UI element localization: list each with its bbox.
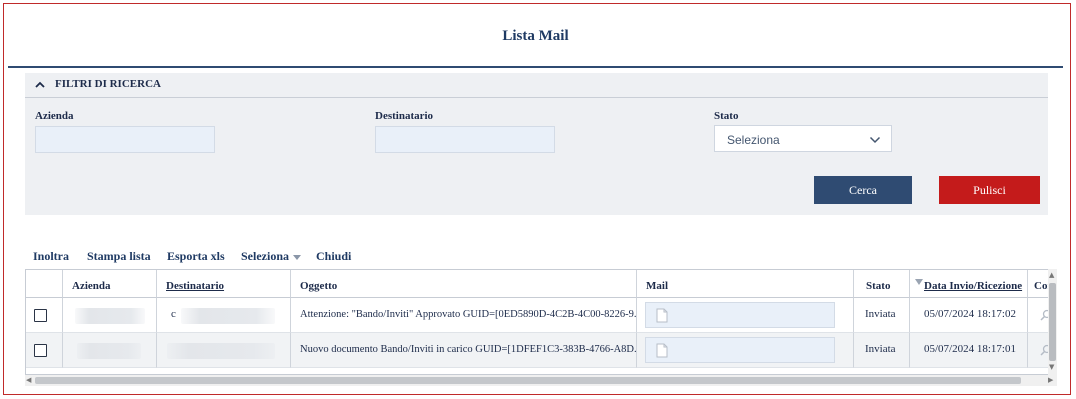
redacted-text	[77, 343, 141, 359]
mail-preview[interactable]	[645, 337, 835, 363]
header-select	[26, 270, 63, 298]
filters-header[interactable]: FILTRI DI RICERCA	[25, 73, 1048, 98]
title-bar: Lista Mail	[8, 10, 1063, 68]
vertical-scrollbar[interactable]: ▲ ▼	[1048, 269, 1057, 375]
azienda-cell	[63, 333, 157, 368]
scroll-down-arrow[interactable]: ▼	[1049, 363, 1054, 371]
seleziona-label: Seleziona	[241, 249, 289, 263]
caret-down-icon	[293, 254, 301, 260]
destinatario-label: Destinatario	[375, 110, 434, 122]
stato-select-value: Seleziona	[727, 133, 780, 147]
vertical-scroll-thumb[interactable]	[1049, 283, 1056, 361]
redacted-text	[75, 308, 145, 324]
scroll-left-arrow[interactable]: ◀	[26, 376, 31, 384]
horizontal-scroll-thumb[interactable]	[35, 377, 1021, 384]
header-mail[interactable]: Mail	[637, 270, 854, 298]
header-data[interactable]: Data Invio/Ricezione	[910, 270, 1028, 298]
stato-cell: Inviata	[854, 298, 910, 333]
esporta-xls-button[interactable]: Esporta xls	[167, 249, 225, 264]
inoltra-button[interactable]: Inoltra	[33, 249, 69, 264]
chevron-up-icon[interactable]	[34, 80, 46, 90]
mail-preview[interactable]	[645, 302, 835, 328]
filters-title: FILTRI DI RICERCA	[55, 78, 161, 90]
header-stato[interactable]: Stato	[854, 270, 910, 298]
mail-cell	[637, 298, 854, 333]
redacted-text	[181, 308, 275, 324]
stampa-lista-button[interactable]: Stampa lista	[87, 249, 151, 264]
mail-cell	[637, 333, 854, 368]
scroll-up-arrow[interactable]: ▲	[1049, 271, 1054, 279]
header-azienda[interactable]: Azienda	[63, 270, 157, 298]
filters-panel: FILTRI DI RICERCA Azienda Destinatario S…	[25, 73, 1048, 215]
page-title: Lista Mail	[502, 28, 569, 44]
azienda-label: Azienda	[35, 110, 74, 122]
scroll-right-arrow[interactable]: ▶	[1048, 376, 1053, 384]
destinatario-cell: c	[157, 298, 291, 333]
destinatario-cell	[157, 333, 291, 368]
stato-label: Stato	[714, 110, 739, 122]
horizontal-scrollbar[interactable]: ◀ ▶	[25, 375, 1057, 386]
data-cell: 05/07/2024 18:17:02	[910, 298, 1028, 333]
row-checkbox[interactable]	[34, 344, 47, 357]
chevron-down-icon	[869, 136, 881, 144]
data-cell: 05/07/2024 18:17:01	[910, 333, 1028, 368]
cerca-button[interactable]: Cerca	[814, 176, 912, 204]
sort-descending-icon	[915, 279, 923, 285]
row-select-cell	[26, 333, 63, 368]
header-oggetto[interactable]: Oggetto	[291, 270, 637, 298]
pulisci-button[interactable]: Pulisci	[939, 176, 1040, 204]
oggetto-cell[interactable]: Attenzione: "Bando/Inviti" Approvato GUI…	[291, 298, 637, 333]
document-icon	[656, 308, 668, 323]
header-destinatario[interactable]: Destinatario	[157, 270, 291, 298]
stato-cell: Inviata	[854, 333, 910, 368]
destinatario-input[interactable]	[375, 126, 555, 153]
row-checkbox[interactable]	[34, 309, 47, 322]
azienda-cell	[63, 298, 157, 333]
oggetto-cell[interactable]: Nuovo documento Bando/Inviti in carico G…	[291, 333, 637, 368]
document-icon	[656, 343, 668, 358]
azienda-input[interactable]	[35, 126, 215, 153]
stato-select[interactable]: Seleziona	[714, 125, 892, 152]
chiudi-button[interactable]: Chiudi	[316, 249, 351, 264]
redacted-text	[167, 343, 275, 359]
mail-table: Azienda Destinatario Oggetto Mail Stato …	[25, 269, 1057, 375]
row-select-cell	[26, 298, 63, 333]
seleziona-menu[interactable]: Seleziona	[241, 249, 301, 264]
